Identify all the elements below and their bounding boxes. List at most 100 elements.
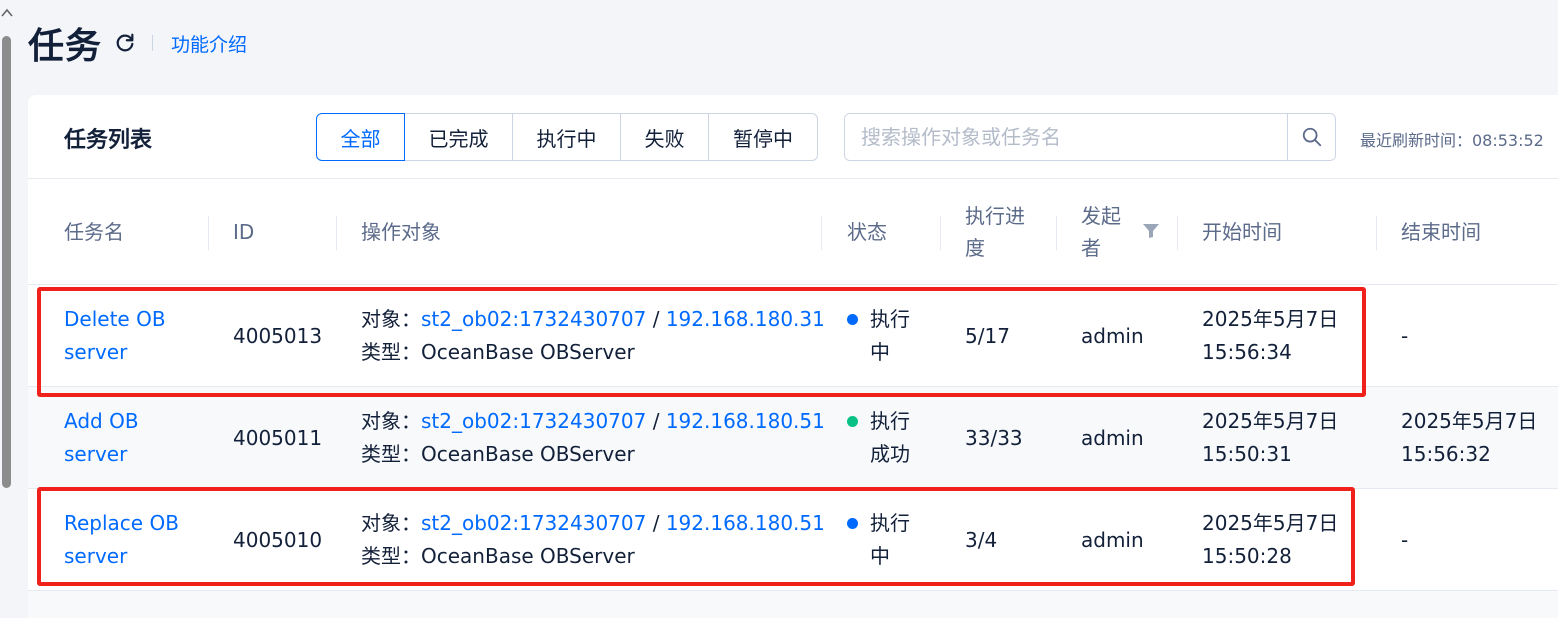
start-time: 15:50:28: [1202, 544, 1292, 568]
feature-intro-link[interactable]: 功能介绍: [171, 30, 247, 57]
task-list-card: 任务列表 全部 已完成 执行中 失败 暂停中 最近刷新时间：08:53:52 任…: [28, 95, 1558, 618]
status-text-line: 中: [870, 340, 890, 364]
start-time: 15:50:31: [1202, 442, 1292, 466]
end-time-cell: -: [1401, 285, 1408, 387]
target-object-line: 对象：st2_ob02:1732430707 / 192.168.180.51: [361, 507, 825, 540]
target-host-link[interactable]: st2_ob02:1732430707: [421, 307, 646, 331]
type-value: OceanBase OBServer: [421, 442, 635, 466]
target-object-line: 对象：st2_ob02:1732430707 / 192.168.180.31: [361, 303, 825, 336]
scrollbar-thumb[interactable]: [2, 36, 11, 488]
task-id: 4005013: [233, 323, 323, 348]
col-separator: [1056, 216, 1057, 250]
col-separator: [336, 216, 337, 250]
page-title: 任务: [28, 26, 103, 67]
end-time: 15:56:32: [1401, 442, 1491, 466]
status-text-line: 执行: [870, 409, 910, 433]
col-header-progress-line1: 执行进: [965, 204, 1025, 228]
search-input[interactable]: [845, 114, 1287, 160]
header-divider: [152, 35, 154, 51]
col-separator: [940, 216, 941, 250]
filter-running-button[interactable]: 执行中: [512, 113, 621, 161]
status-dot: [847, 314, 858, 325]
col-separator: [1376, 216, 1377, 250]
filter-completed-button[interactable]: 已完成: [404, 113, 513, 161]
refresh-icon[interactable]: [114, 32, 136, 54]
target-ip-link[interactable]: 192.168.180.51: [666, 409, 825, 433]
target-cell: 对象：st2_ob02:1732430707 / 192.168.180.51 …: [361, 489, 825, 591]
task-name-line: Delete OB: [64, 307, 166, 331]
target-type-line: 类型：OceanBase OBServer: [361, 438, 825, 471]
page-header: 任务 功能介绍: [28, 20, 247, 67]
col-header-start-time: 开始时间: [1202, 220, 1282, 244]
target-type-line: 类型：OceanBase OBServer: [361, 336, 825, 369]
search-icon: [1302, 127, 1321, 147]
task-name-link[interactable]: Delete OB server: [64, 303, 166, 369]
target-ip-link[interactable]: 192.168.180.51: [666, 511, 825, 535]
start-time-cell: 2025年5月7日 15:50:28: [1202, 489, 1338, 591]
col-header-id: ID: [233, 220, 255, 244]
col-header-initiator-line1: 发起: [1081, 204, 1121, 228]
target-host-link[interactable]: st2_ob02:1732430707: [421, 409, 646, 433]
col-header-status: 状态: [847, 220, 887, 244]
initiator-value: admin: [1081, 323, 1144, 348]
col-header-initiator: 发起 者: [1081, 179, 1121, 285]
table-row: Replace OB server 4005010 对象：st2_ob02:17…: [28, 489, 1558, 591]
task-id: 4005010: [233, 527, 323, 552]
target-ip-link[interactable]: 192.168.180.31: [666, 307, 825, 331]
status-text-line: 执行: [870, 307, 910, 331]
scroll-up-arrow-icon[interactable]: [0, 6, 14, 20]
target-separator: /: [646, 511, 666, 535]
target-object-line: 对象：st2_ob02:1732430707 / 192.168.180.51: [361, 405, 825, 438]
col-header-target: 操作对象: [361, 220, 441, 244]
col-separator: [208, 216, 209, 250]
start-time-cell: 2025年5月7日 15:56:34: [1202, 285, 1338, 387]
search-button[interactable]: [1287, 114, 1335, 160]
start-time-cell: 2025年5月7日 15:50:31: [1202, 387, 1338, 489]
filter-all-button[interactable]: 全部: [316, 113, 405, 161]
col-separator: [1177, 216, 1178, 250]
filter-paused-button[interactable]: 暂停中: [708, 113, 818, 161]
table-header-row: 任务名 ID 操作对象 状态 执行进 度 发起 者 开始时间 结束时间: [28, 179, 1558, 285]
search-box: [844, 113, 1336, 161]
target-cell: 对象：st2_ob02:1732430707 / 192.168.180.31 …: [361, 285, 825, 387]
task-name-line: Add OB: [64, 409, 139, 433]
start-date: 2025年5月7日: [1202, 307, 1339, 331]
type-value: OceanBase OBServer: [421, 544, 635, 568]
task-name-line: server: [64, 340, 128, 364]
task-name-cell: Delete OB server: [64, 285, 166, 387]
target-type-line: 类型：OceanBase OBServer: [361, 540, 825, 573]
filter-icon[interactable]: [1142, 223, 1160, 239]
target-host-link[interactable]: st2_ob02:1732430707: [421, 511, 646, 535]
target-separator: /: [646, 307, 666, 331]
table-row: Delete OB server 4005013 对象：st2_ob02:173…: [28, 285, 1558, 387]
status-cell: 执行 中: [847, 489, 910, 591]
task-name-link[interactable]: Replace OB server: [64, 507, 179, 573]
initiator-value: admin: [1081, 527, 1144, 552]
end-time-cell: -: [1401, 489, 1408, 591]
type-label: 类型：: [361, 340, 421, 364]
page-scrollbar[interactable]: [0, 0, 14, 618]
end-date: 2025年5月7日: [1401, 409, 1538, 433]
card-header: 任务列表 全部 已完成 执行中 失败 暂停中 最近刷新时间：08:53:52: [28, 95, 1558, 179]
task-name-line: server: [64, 442, 128, 466]
target-label: 对象：: [361, 511, 421, 535]
progress-value: 3/4: [965, 527, 998, 552]
target-label: 对象：: [361, 307, 421, 331]
target-cell: 对象：st2_ob02:1732430707 / 192.168.180.51 …: [361, 387, 825, 489]
filter-failed-button[interactable]: 失败: [620, 113, 709, 161]
table-row-partial: [28, 591, 1558, 618]
task-name-cell: Replace OB server: [64, 489, 179, 591]
status-cell: 执行 中: [847, 285, 910, 387]
task-name-cell: Add OB server: [64, 387, 139, 489]
target-separator: /: [646, 409, 666, 433]
status-dot: [847, 518, 858, 529]
task-name-link[interactable]: Add OB server: [64, 405, 139, 471]
end-time-cell: 2025年5月7日 15:56:32: [1401, 387, 1537, 489]
end-date: -: [1401, 527, 1409, 552]
type-value: OceanBase OBServer: [421, 340, 635, 364]
end-date: -: [1401, 323, 1409, 348]
table-row: Add OB server 4005011 对象：st2_ob02:173243…: [28, 387, 1558, 489]
status-dot: [847, 416, 858, 427]
status-cell: 执行 成功: [847, 387, 910, 489]
last-refresh-time: 最近刷新时间：08:53:52: [1360, 131, 1544, 150]
